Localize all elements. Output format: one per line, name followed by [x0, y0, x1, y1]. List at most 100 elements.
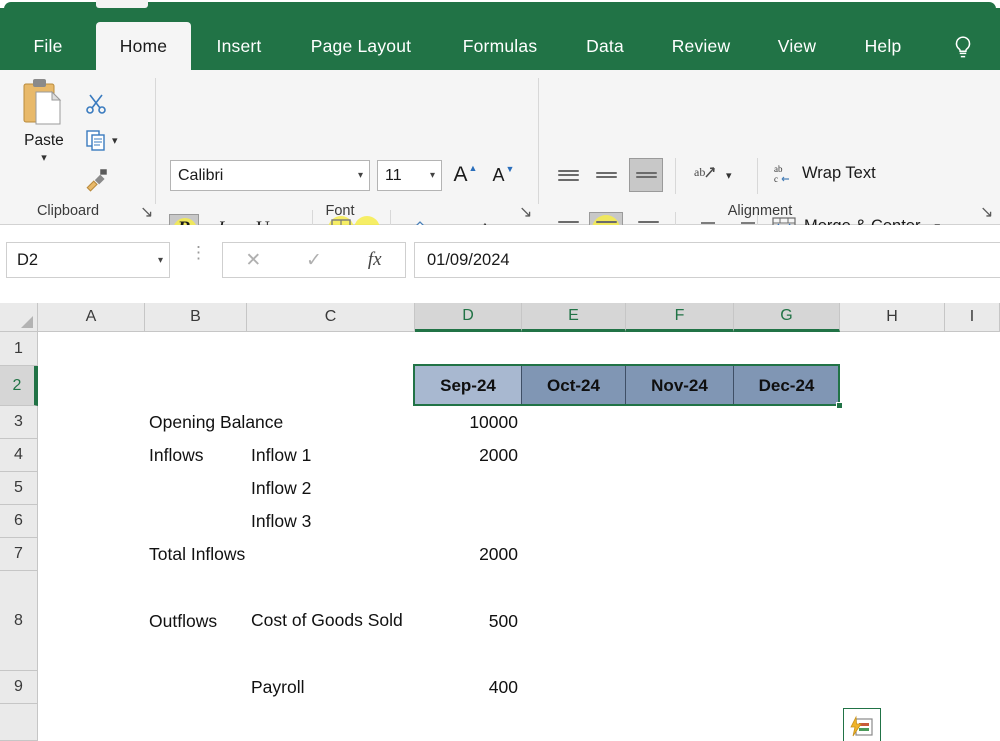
- title-bar-notch: [96, 0, 148, 8]
- font-name-select[interactable]: Calibri ▾: [170, 160, 370, 191]
- formula-value: 01/09/2024: [427, 250, 510, 269]
- cell-label[interactable]: Outflows: [145, 571, 221, 671]
- alignment-group-label: Alignment: [727, 203, 793, 219]
- svg-text:ab: ab: [774, 164, 783, 174]
- wrap-text-button[interactable]: ab c Wrap Text: [772, 162, 876, 185]
- row-header-1[interactable]: 1: [0, 332, 38, 366]
- cell-header-dec-24[interactable]: Dec-24: [734, 366, 840, 406]
- cell-label[interactable]: Opening Balance: [145, 406, 287, 439]
- ribbon-tab-file[interactable]: File: [0, 22, 96, 70]
- group-divider-2: [538, 78, 539, 204]
- cell-label[interactable]: Inflow 3: [247, 505, 315, 538]
- align-top-glyph: [557, 167, 579, 183]
- align-bottom-button[interactable]: [629, 158, 663, 192]
- group-divider: [155, 78, 156, 204]
- clipboard-group-label: Clipboard: [36, 203, 100, 219]
- svg-text:c: c: [774, 174, 778, 184]
- cell-value[interactable]: 2000: [415, 538, 522, 571]
- ribbon: Paste ▾ ▾ Clipboard ↘ Calibri ▾ 11 ▾ A ▲…: [0, 70, 1000, 248]
- wrap-text-label: Wrap Text: [802, 163, 876, 182]
- quick-analysis-button[interactable]: [843, 708, 881, 741]
- cell-label[interactable]: Inflow 2: [247, 472, 315, 505]
- cut-icon[interactable]: [84, 92, 108, 121]
- formula-bar-more-icon[interactable]: ⋮: [190, 244, 207, 261]
- text-orientation-icon[interactable]: ab: [688, 160, 722, 190]
- ribbon-tab-view[interactable]: View: [757, 22, 837, 70]
- cancel-edit-button[interactable]: ✕: [223, 243, 284, 277]
- copy-icon[interactable]: [84, 128, 108, 157]
- column-header-I[interactable]: I: [945, 303, 1000, 332]
- formula-input[interactable]: 01/09/2024: [414, 242, 1000, 278]
- decrease-font-size-button[interactable]: A ▼: [488, 160, 518, 190]
- cell-label[interactable]: Cost of Goods Sold: [247, 571, 415, 671]
- font-name-value: Calibri: [178, 166, 224, 184]
- alignment-dialog-launcher[interactable]: ↘: [980, 202, 994, 221]
- shrink-font-label: A: [492, 164, 505, 185]
- ribbon-tab-formulas[interactable]: Formulas: [435, 22, 565, 70]
- cell-label[interactable]: Total Inflows: [145, 538, 249, 571]
- column-header-H[interactable]: H: [840, 303, 945, 332]
- ribbon-tab-data[interactable]: Data: [565, 22, 645, 70]
- svg-text:ab: ab: [694, 165, 705, 179]
- clipboard-dialog-launcher[interactable]: ↘: [140, 202, 154, 221]
- quick-analysis-icon: [850, 715, 873, 737]
- ribbon-tab-insert[interactable]: Insert: [191, 22, 287, 70]
- alignment-divider-2: [757, 158, 758, 194]
- cell-value[interactable]: 10000: [415, 406, 522, 439]
- cell-label[interactable]: Inflow 1: [247, 439, 315, 472]
- column-header-A[interactable]: A: [38, 303, 145, 332]
- paste-chevron-down-icon[interactable]: ▾: [41, 151, 47, 164]
- ribbon-tab-review[interactable]: Review: [645, 22, 757, 70]
- alignment-divider: [675, 158, 676, 194]
- format-painter-icon[interactable]: [84, 166, 110, 197]
- column-header-G[interactable]: G: [734, 303, 840, 332]
- column-header-C[interactable]: C: [247, 303, 415, 332]
- name-box-chevron-down-icon: ▾: [157, 254, 163, 266]
- font-name-chevron-down-icon: ▾: [357, 170, 363, 181]
- paste-button[interactable]: Paste ▾: [8, 76, 80, 204]
- column-header-B[interactable]: B: [145, 303, 247, 332]
- formula-bar-buttons: ✕ ✓ fx: [222, 242, 406, 278]
- name-box[interactable]: D2 ▾: [6, 242, 170, 278]
- ribbon-tab-home[interactable]: Home: [96, 22, 191, 70]
- row-header-empty[interactable]: [0, 704, 38, 741]
- cell-value[interactable]: 400: [415, 671, 522, 704]
- row-header-9[interactable]: 9: [0, 671, 38, 704]
- select-all-corner[interactable]: [0, 303, 38, 332]
- row-header-7[interactable]: 7: [0, 538, 38, 571]
- confirm-edit-button[interactable]: ✓: [284, 243, 345, 277]
- align-middle-button[interactable]: [591, 160, 621, 190]
- column-header-E[interactable]: E: [522, 303, 626, 332]
- cell-header-nov-24[interactable]: Nov-24: [626, 366, 734, 406]
- paste-label: Paste: [24, 132, 64, 149]
- row-header-2[interactable]: 2: [0, 366, 38, 406]
- orientation-chevron-down-icon[interactable]: ▾: [726, 169, 732, 182]
- row-header-4[interactable]: 4: [0, 439, 38, 472]
- copy-chevron-down-icon[interactable]: ▾: [112, 134, 118, 147]
- column-header-F[interactable]: F: [626, 303, 734, 332]
- align-top-button[interactable]: [553, 160, 583, 190]
- font-group-label: Font: [325, 203, 355, 219]
- tell-me-lightbulb-icon[interactable]: [941, 26, 985, 70]
- ribbon-tab-help[interactable]: Help: [837, 22, 929, 70]
- ribbon-tab-page-layout[interactable]: Page Layout: [287, 22, 435, 70]
- row-header-6[interactable]: 6: [0, 505, 38, 538]
- select-all-triangle-icon: [21, 316, 33, 328]
- insert-function-button[interactable]: fx: [344, 243, 405, 277]
- row-header-5[interactable]: 5: [0, 472, 38, 505]
- cell-value[interactable]: 500: [415, 571, 522, 671]
- row-header-8[interactable]: 8: [0, 571, 38, 671]
- font-size-select[interactable]: 11 ▾: [377, 160, 442, 191]
- fill-handle[interactable]: [836, 402, 843, 409]
- increase-font-size-button[interactable]: A ▲: [450, 160, 480, 190]
- font-dialog-launcher[interactable]: ↘: [519, 202, 533, 221]
- cell-label[interactable]: Payroll: [247, 671, 309, 704]
- formula-bar-area: D2 ▾ ⋮ ✕ ✓ fx 01/09/2024: [0, 225, 1000, 303]
- cell-header-sep-24[interactable]: Sep-24: [415, 366, 522, 406]
- column-header-D[interactable]: D: [415, 303, 522, 332]
- cell-header-oct-24[interactable]: Oct-24: [522, 366, 626, 406]
- row-header-3[interactable]: 3: [0, 406, 38, 439]
- cell-label[interactable]: Inflows: [145, 439, 207, 472]
- cell-value[interactable]: 2000: [415, 439, 522, 472]
- grow-font-label: A: [453, 163, 468, 186]
